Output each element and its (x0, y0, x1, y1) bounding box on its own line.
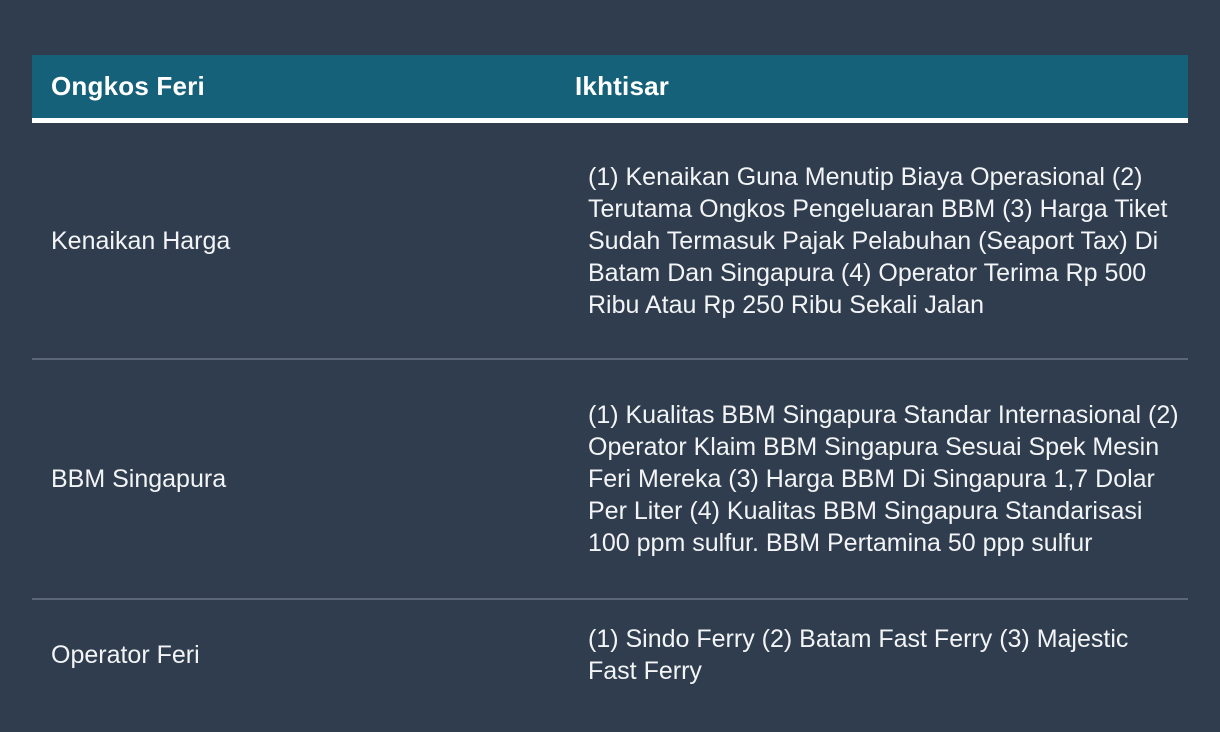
table-body: Kenaikan Harga (1) Kenaikan Guna Menutip… (32, 123, 1188, 710)
table-row: BBM Singapura (1) Kualitas BBM Singapura… (32, 358, 1188, 598)
comparison-table: Ongkos Feri Ikhtisar Kenaikan Harga (1) … (32, 0, 1188, 732)
table-row: Kenaikan Harga (1) Kenaikan Guna Menutip… (32, 123, 1188, 358)
column-header-ongkos-feri: Ongkos Feri (51, 71, 205, 101)
table-row: Operator Feri (1) Sindo Ferry (2) Batam … (32, 598, 1188, 710)
row-topic-label: Operator Feri (51, 641, 200, 669)
row-summary-text: (1) Kenaikan Guna Menutip Biaya Operasio… (588, 162, 1168, 319)
row-topic-label: BBM Singapura (51, 465, 227, 493)
row-summary-text: (1) Sindo Ferry (2) Batam Fast Ferry (3)… (588, 625, 1129, 685)
table-header-row: Ongkos Feri Ikhtisar (32, 55, 1188, 118)
column-header-ikhtisar: Ikhtisar (575, 71, 670, 101)
row-topic-label: Kenaikan Harga (51, 226, 231, 255)
row-summary-text: (1) Kualitas BBM Singapura Standar Inter… (588, 401, 1179, 557)
